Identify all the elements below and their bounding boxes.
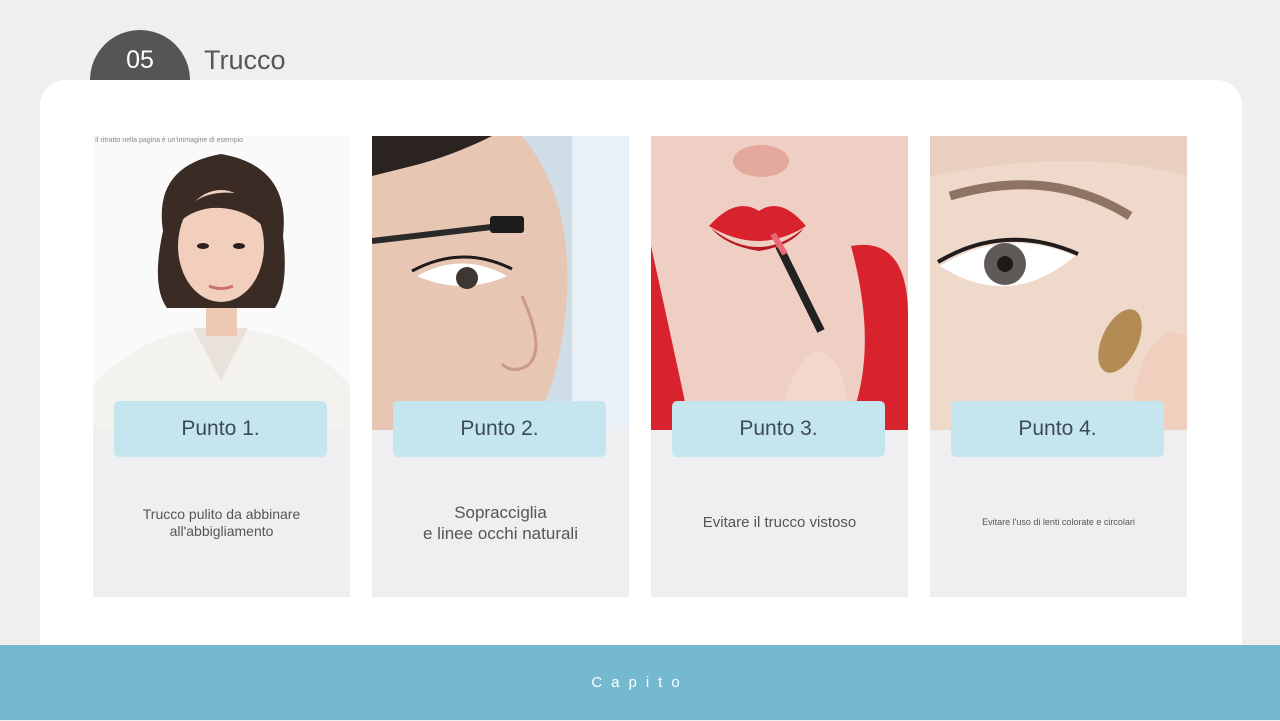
point-card-1: Il ritratto nella pagina è un'immagine d… <box>93 136 350 597</box>
point-text-4: Evitare l'uso di lenti colorate e circol… <box>982 517 1135 527</box>
section-number: 05 <box>126 46 154 74</box>
point-card-3: Punto 3. Evitare il trucco vistoso <box>651 136 908 597</box>
point-card-4: Punto 4. Evitare l'uso di lenti colorate… <box>930 136 1187 597</box>
point-label-1: Punto 1. <box>114 401 327 457</box>
photo-note: Il ritratto nella pagina è un'immagine d… <box>95 137 244 144</box>
point-label-2: Punto 2. <box>393 401 606 457</box>
point-text-3: Evitare il trucco vistoso <box>702 514 857 531</box>
point-text-2: Sopracciglia e linee occhi naturali <box>382 502 619 544</box>
point-label-4: Punto 4. <box>951 401 1164 457</box>
eyebrow-photo <box>372 136 629 430</box>
page-title: Trucco <box>204 45 286 75</box>
point-label-3: Punto 3. <box>672 401 885 457</box>
contact-lens-photo <box>930 136 1187 430</box>
point-text-2-line-2: e linee occhi naturali <box>423 524 578 543</box>
lipstick-photo <box>651 136 908 430</box>
portrait-photo <box>93 136 350 430</box>
point-text-2-line-1: Sopracciglia <box>454 503 547 522</box>
point-text-1: Trucco pulito da abbinare all'abbigliame… <box>142 506 301 539</box>
point-card-2: Punto 2. Sopracciglia e linee occhi natu… <box>372 136 629 597</box>
understood-button-label: Capito <box>591 674 689 691</box>
understood-button[interactable]: Capito <box>0 645 1280 720</box>
